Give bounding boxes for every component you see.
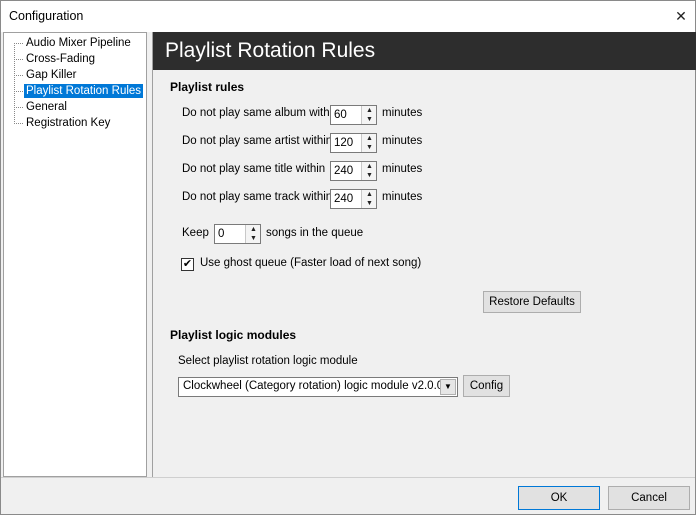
- tree-item-label: Gap Killer: [26, 69, 77, 81]
- restore-defaults-button[interactable]: Restore Defaults: [483, 291, 581, 313]
- arrow-up-icon[interactable]: ▲: [362, 106, 377, 115]
- chevron-down-icon[interactable]: ▼: [440, 379, 456, 395]
- artist-rule-label: Do not play same artist within: [182, 135, 333, 147]
- arrow-down-icon[interactable]: ▼: [246, 234, 261, 243]
- panel-header: Playlist Rotation Rules: [153, 32, 696, 70]
- arrow-up-icon[interactable]: ▲: [362, 134, 377, 143]
- tree-branch: [14, 91, 23, 92]
- arrow-down-icon[interactable]: ▼: [362, 143, 377, 152]
- title-minutes-stepper[interactable]: ▲ ▼: [330, 161, 377, 181]
- album-minutes-stepper[interactable]: ▲ ▼: [330, 105, 377, 125]
- ok-button[interactable]: OK: [518, 486, 600, 510]
- ghost-queue-label[interactable]: Use ghost queue (Faster load of next son…: [200, 257, 421, 269]
- tree-branch: [14, 75, 23, 76]
- arrow-up-icon[interactable]: ▲: [362, 190, 377, 199]
- stepper-buttons: ▲ ▼: [361, 162, 376, 180]
- arrow-up-icon[interactable]: ▲: [246, 225, 261, 234]
- tree-branch: [14, 43, 23, 44]
- tree-item-label: Audio Mixer Pipeline: [26, 37, 131, 49]
- title-bar: Configuration ✕: [1, 1, 695, 32]
- track-minutes-input[interactable]: [331, 190, 361, 208]
- stepper-buttons: ▲ ▼: [245, 225, 260, 243]
- tree-branch: [14, 107, 23, 108]
- select-module-label: Select playlist rotation logic module: [178, 355, 358, 367]
- title-rule-label: Do not play same title within: [182, 163, 326, 175]
- artist-unit-label: minutes: [382, 135, 423, 147]
- tree-item-label: Registration Key: [26, 117, 111, 129]
- arrow-down-icon[interactable]: ▼: [362, 199, 377, 208]
- track-minutes-stepper[interactable]: ▲ ▼: [330, 189, 377, 209]
- stepper-buttons: ▲ ▼: [361, 106, 376, 124]
- title-unit-label: minutes: [382, 163, 423, 175]
- album-minutes-input[interactable]: [331, 106, 361, 124]
- track-rule-label: Do not play same track within: [182, 191, 333, 203]
- ghost-queue-checkbox[interactable]: ✔: [181, 258, 194, 271]
- artist-minutes-input[interactable]: [331, 134, 361, 152]
- dialog-footer: OK Cancel: [1, 477, 695, 514]
- logic-modules-heading: Playlist logic modules: [170, 328, 297, 342]
- tree-item-label: Playlist Rotation Rules: [24, 84, 144, 98]
- title-minutes-input[interactable]: [331, 162, 361, 180]
- arrow-down-icon[interactable]: ▼: [362, 115, 377, 124]
- window-title: Configuration: [9, 9, 84, 23]
- page-title: Playlist Rotation Rules: [165, 39, 376, 62]
- cancel-button[interactable]: Cancel: [608, 486, 690, 510]
- track-unit-label: minutes: [382, 191, 423, 203]
- tree-connector: [14, 43, 15, 124]
- tree-item-label: Cross-Fading: [26, 53, 96, 65]
- tree-branch: [14, 123, 23, 124]
- tree-item-label: General: [26, 101, 67, 113]
- tree-branch: [14, 59, 23, 60]
- album-rule-label: Do not play same album within: [182, 107, 339, 119]
- settings-panel: Playlist Rotation Rules Playlist rules D…: [152, 32, 696, 477]
- queue-size-stepper[interactable]: ▲ ▼: [214, 224, 261, 244]
- album-unit-label: minutes: [382, 107, 423, 119]
- queue-suffix-label: songs in the queue: [266, 227, 364, 239]
- stepper-buttons: ▲ ▼: [361, 134, 376, 152]
- close-icon[interactable]: ✕: [673, 8, 689, 24]
- stepper-buttons: ▲ ▼: [361, 190, 376, 208]
- config-button[interactable]: Config: [463, 375, 510, 397]
- arrow-down-icon[interactable]: ▼: [362, 171, 377, 180]
- configuration-window: Configuration ✕ Audio Mixer Pipeline Cro…: [0, 0, 696, 515]
- selected-module: Clockwheel (Category rotation) logic mod…: [183, 380, 444, 392]
- artist-minutes-stepper[interactable]: ▲ ▼: [330, 133, 377, 153]
- arrow-up-icon[interactable]: ▲: [362, 162, 377, 171]
- keep-label: Keep: [182, 227, 209, 239]
- queue-size-input[interactable]: [215, 225, 245, 243]
- settings-tree: Audio Mixer Pipeline Cross-Fading Gap Ki…: [3, 32, 147, 477]
- logic-module-select[interactable]: Clockwheel (Category rotation) logic mod…: [178, 377, 458, 397]
- playlist-rules-heading: Playlist rules: [170, 80, 245, 94]
